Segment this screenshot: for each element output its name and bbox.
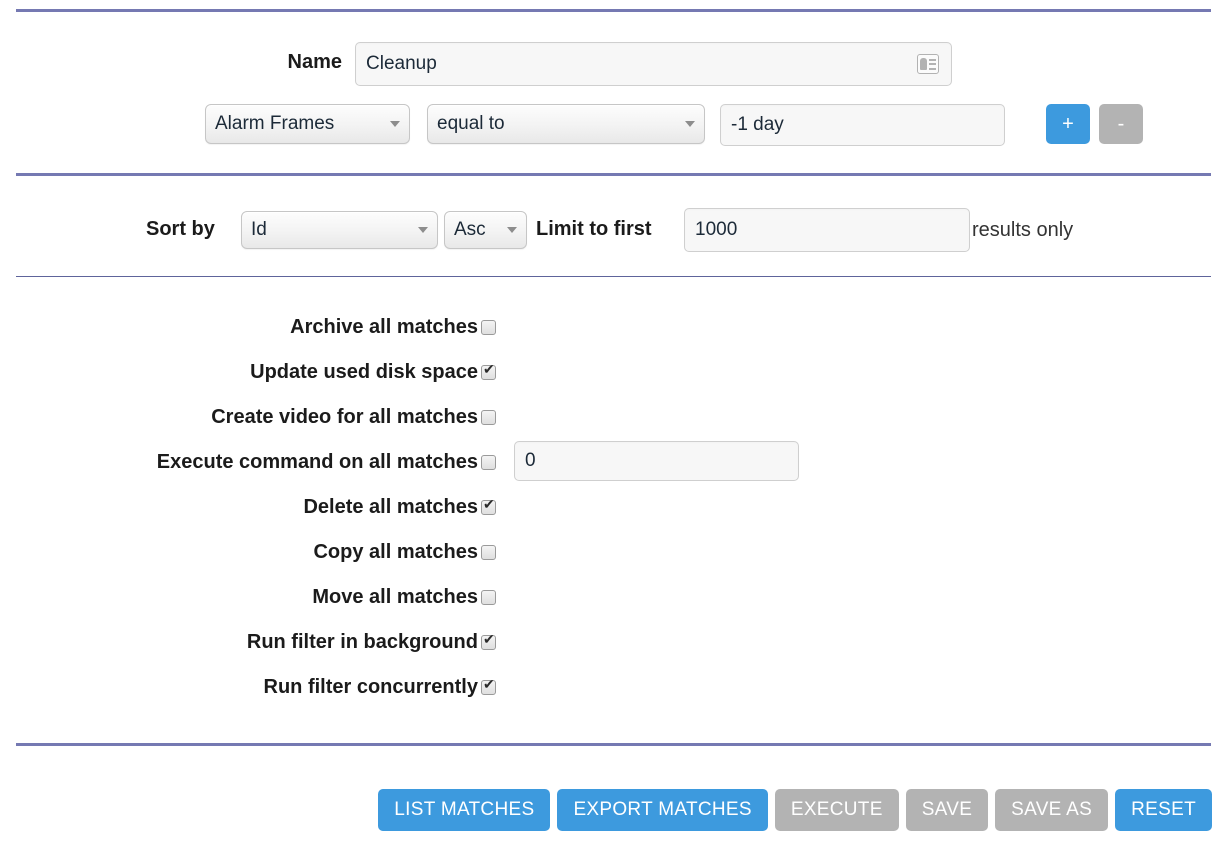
option-execute-command-on-all-matches: Execute command on all matches	[0, 441, 1223, 486]
save-as-button[interactable]: SAVE AS	[995, 789, 1109, 831]
option-label: Execute command on all matches	[156, 451, 478, 473]
option-label: Copy all matches	[313, 541, 478, 563]
option-label: Update used disk space	[250, 361, 478, 383]
limit-label: Limit to first	[536, 218, 652, 240]
create-video-for-all-matches-checkbox[interactable]	[481, 410, 496, 425]
filter-term-row: Alarm Frames equal to + -	[0, 104, 1223, 146]
results-only-label: results only	[972, 219, 1074, 241]
divider-filters	[16, 173, 1211, 176]
filter-field-select[interactable]: Alarm Frames	[205, 104, 410, 144]
chevron-down-icon	[390, 121, 400, 127]
sort-direction-select[interactable]: Asc	[444, 211, 527, 249]
run-filter-concurrently-checkbox[interactable]	[481, 677, 496, 695]
export-matches-button[interactable]: EXPORT MATCHES	[557, 789, 768, 831]
contact-card-person	[920, 58, 927, 70]
copy-all-matches-checkbox[interactable]	[481, 545, 496, 560]
contact-card-icon[interactable]	[917, 54, 939, 74]
sort-field-value: Id	[251, 219, 267, 240]
sort-by-label: Sort by	[146, 218, 215, 240]
add-term-button[interactable]: +	[1046, 104, 1090, 144]
sort-field-select[interactable]: Id	[241, 211, 438, 249]
option-label: Create video for all matches	[211, 406, 478, 428]
archive-all-matches-checkbox[interactable]	[481, 320, 496, 335]
option-run-filter-concurrently: Run filter concurrently	[0, 666, 1223, 711]
chevron-down-icon	[685, 121, 695, 127]
option-run-filter-in-background: Run filter in background	[0, 621, 1223, 666]
filter-editor-page: Name Alarm Frames equal to + - Sort by I…	[0, 0, 1223, 866]
list-matches-button[interactable]: LIST MATCHES	[378, 789, 551, 831]
execute-button[interactable]: EXECUTE	[774, 789, 899, 831]
option-archive-all-matches: Archive all matches	[0, 306, 1223, 351]
option-label: Move all matches	[312, 586, 478, 608]
filter-field-value: Alarm Frames	[215, 113, 335, 134]
contact-card-lines	[929, 58, 936, 70]
remove-term-button[interactable]: -	[1099, 104, 1143, 144]
divider-sort	[16, 276, 1211, 277]
filter-value-input[interactable]	[720, 104, 1005, 146]
option-label: Run filter concurrently	[263, 676, 478, 698]
option-move-all-matches: Move all matches	[0, 576, 1223, 621]
filter-operator-select[interactable]: equal to	[427, 104, 705, 144]
update-used-disk-space-checkbox[interactable]	[481, 362, 496, 380]
divider-bottom	[16, 743, 1211, 746]
option-create-video-for-all-matches: Create video for all matches	[0, 396, 1223, 441]
option-delete-all-matches: Delete all matches	[0, 486, 1223, 531]
execute-command-on-all-matches-checkbox[interactable]	[481, 455, 496, 470]
reset-button[interactable]: RESET	[1115, 789, 1212, 831]
name-label: Name	[287, 51, 342, 73]
limit-input[interactable]	[684, 208, 970, 252]
action-button-bar: LIST MATCHES EXPORT MATCHES EXECUTE SAVE…	[378, 789, 1212, 831]
move-all-matches-checkbox[interactable]	[481, 590, 496, 605]
sort-row: Sort by Id Asc Limit to first results on…	[0, 208, 1223, 252]
filter-operator-value: equal to	[437, 113, 505, 134]
option-label: Delete all matches	[303, 496, 478, 518]
delete-all-matches-checkbox[interactable]	[481, 497, 496, 515]
filter-name-input[interactable]	[355, 42, 952, 86]
option-label: Run filter in background	[246, 631, 478, 653]
divider-top	[16, 9, 1211, 12]
chevron-down-icon	[507, 227, 517, 233]
name-row: Name	[0, 42, 1223, 86]
sort-direction-value: Asc	[454, 219, 486, 240]
options-list: Archive all matches Update used disk spa…	[0, 306, 1223, 711]
chevron-down-icon	[418, 227, 428, 233]
save-button[interactable]: SAVE	[905, 789, 989, 831]
option-copy-all-matches: Copy all matches	[0, 531, 1223, 576]
option-update-used-disk-space: Update used disk space	[0, 351, 1223, 396]
option-label: Archive all matches	[290, 316, 478, 338]
run-filter-in-background-checkbox[interactable]	[481, 632, 496, 650]
execute-command-input[interactable]	[514, 441, 799, 481]
